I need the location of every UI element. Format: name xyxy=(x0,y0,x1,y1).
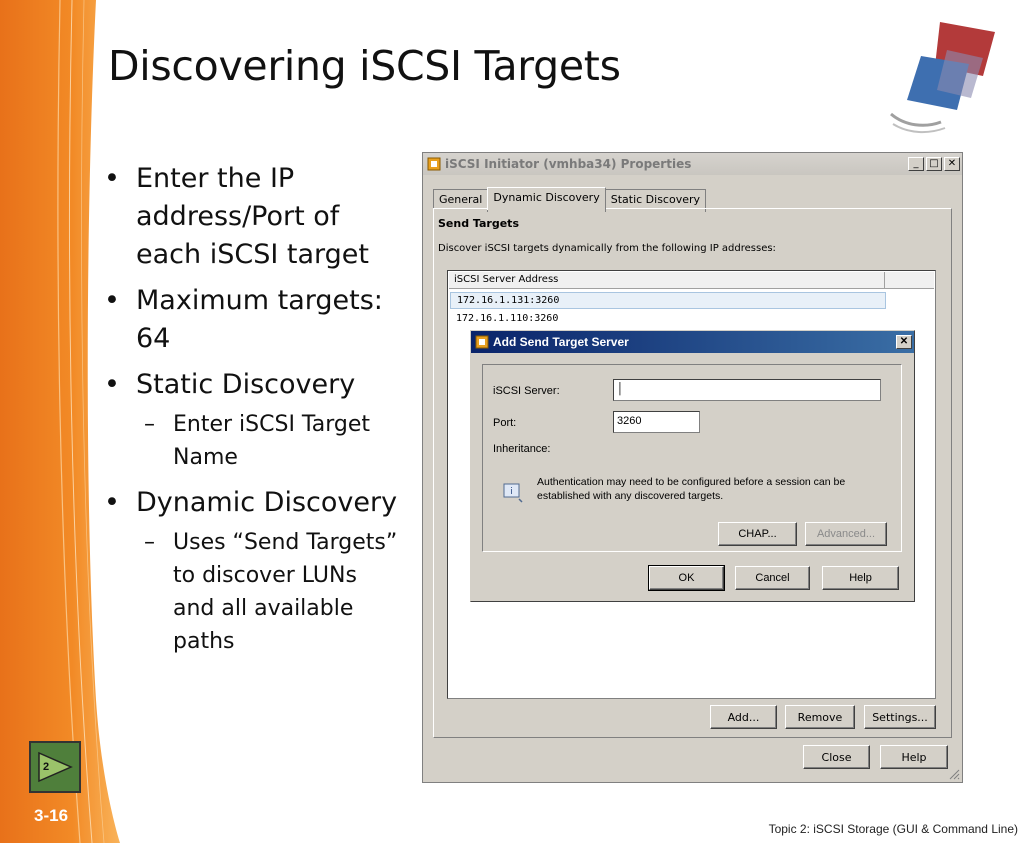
info-icon: i xyxy=(503,483,523,503)
port-label: Port: xyxy=(493,417,517,429)
dialog-help-button[interactable]: Help xyxy=(822,566,899,590)
bullet-item: • Enter the IP address/Port of each iSCSI… xyxy=(104,163,369,270)
svg-text:i: i xyxy=(510,487,513,497)
bullet-item: • Static Discovery xyxy=(104,369,356,400)
section-description: Discover iSCSI targets dynamically from … xyxy=(438,243,776,254)
table-row[interactable]: 172.16.1.110:3260 xyxy=(450,311,886,328)
settings-group: iSCSI Server: │ Port: 3260 Inheritance: … xyxy=(482,364,902,552)
table-row[interactable]: 172.16.1.131:3260 xyxy=(450,292,886,309)
bullet-list: • Enter the IP address/Port of each iSCSI… xyxy=(104,160,404,668)
help-button[interactable]: Help xyxy=(880,745,948,769)
sub-bullet-item: – Enter iSCSI Target Name xyxy=(144,412,370,470)
slide-title: Discovering iSCSI Targets xyxy=(108,42,621,90)
close-button[interactable]: Close xyxy=(803,745,870,769)
tab-dynamic-discovery[interactable]: Dynamic Discovery xyxy=(487,187,606,210)
resize-grip-icon[interactable] xyxy=(948,768,960,780)
dialog-close-button[interactable]: ✕ xyxy=(896,335,912,349)
column-header-server-address[interactable]: iSCSI Server Address xyxy=(449,272,885,289)
bullet-item: • Dynamic Discovery xyxy=(104,487,398,518)
add-button[interactable]: Add... xyxy=(710,705,777,729)
cancel-button[interactable]: Cancel xyxy=(735,566,810,590)
dialog-titlebar: Add Send Target Server ✕ xyxy=(471,331,914,353)
bullet-item: • Maximum targets: 64 xyxy=(104,285,383,354)
window-titlebar: iSCSI Initiator (vmhba34) Properties _ □… xyxy=(423,153,962,175)
logo-icon xyxy=(885,14,1005,134)
vmware-icon xyxy=(475,335,489,349)
slide-number: 3-16 xyxy=(34,806,69,825)
sub-bullet-item: – Uses “Send Targets” to discover LUNs an… xyxy=(144,530,398,654)
footer-text: Topic 2: iSCSI Storage (GUI & Command Li… xyxy=(768,822,1018,836)
minimize-button[interactable]: _ xyxy=(908,157,924,171)
port-input[interactable]: 3260 xyxy=(613,411,700,433)
window-title: iSCSI Initiator (vmhba34) Properties xyxy=(445,157,692,171)
settings-button[interactable]: Settings... xyxy=(864,705,936,729)
add-send-target-dialog: Add Send Target Server ✕ iSCSI Server: │… xyxy=(470,330,915,602)
nav-number: 2 xyxy=(43,761,50,773)
advanced-button[interactable]: Advanced... xyxy=(805,522,887,546)
decorative-band xyxy=(0,0,120,843)
tab-strip: General Dynamic Discovery Static Discove… xyxy=(433,187,707,212)
iscsi-server-input[interactable]: │ xyxy=(613,379,881,401)
remove-button[interactable]: Remove xyxy=(785,705,855,729)
auth-note: Authentication may need to be configured… xyxy=(537,476,846,502)
section-title: Send Targets xyxy=(438,217,519,230)
server-label: iSCSI Server: xyxy=(493,385,560,397)
inheritance-label: Inheritance: xyxy=(493,443,551,455)
chap-button[interactable]: CHAP... xyxy=(718,522,797,546)
column-header-empty xyxy=(885,272,934,289)
ok-button[interactable]: OK xyxy=(648,565,725,591)
vmware-icon xyxy=(427,157,441,171)
nav-next-button[interactable]: 2 xyxy=(29,741,81,793)
dialog-title: Add Send Target Server xyxy=(493,335,629,349)
close-window-button[interactable]: ✕ xyxy=(944,157,960,171)
maximize-button[interactable]: □ xyxy=(926,157,942,171)
